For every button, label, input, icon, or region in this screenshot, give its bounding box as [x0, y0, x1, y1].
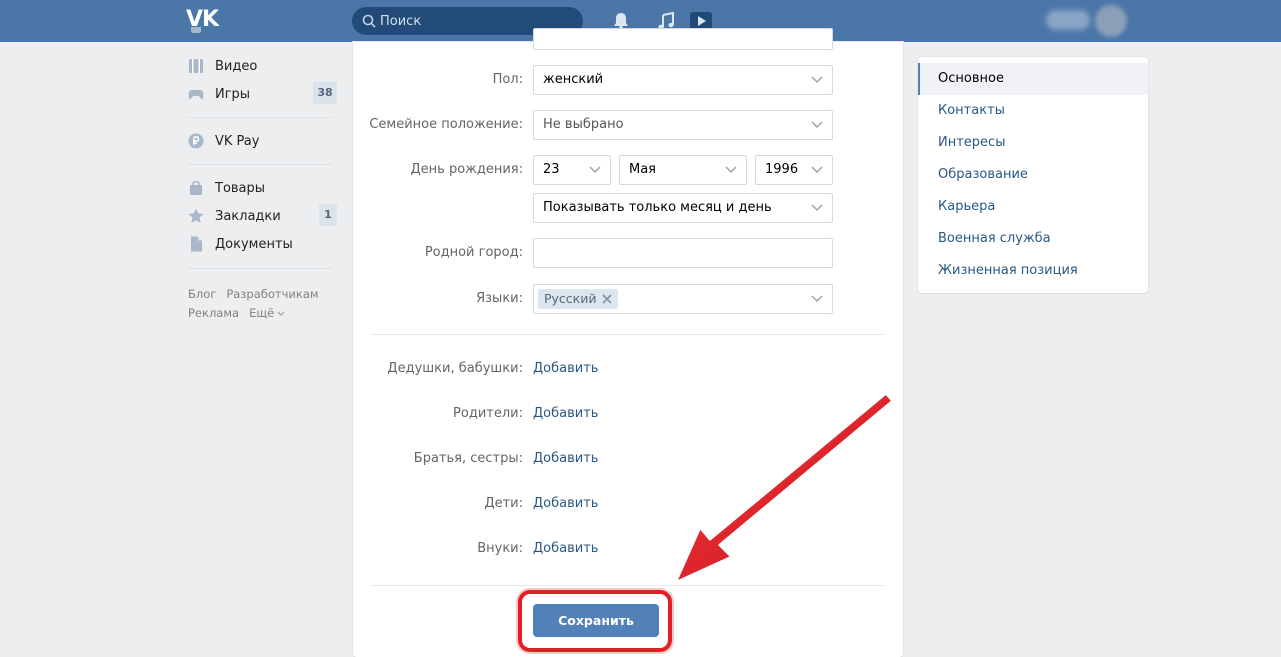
- sidebar-item-games[interactable]: Игры 38: [188, 82, 338, 105]
- languages-label: Языки:: [476, 291, 523, 306]
- menu-item-interests[interactable]: Интересы: [918, 127, 1148, 159]
- menu-item-basic[interactable]: Основное: [918, 63, 1148, 95]
- chevron-down-icon: [811, 295, 823, 303]
- birthday-label: День рождения:: [410, 162, 524, 177]
- menu-item-education[interactable]: Образование: [918, 159, 1148, 191]
- birthday-year-select[interactable]: 1996: [755, 155, 833, 185]
- add-grandparents-link[interactable]: Добавить: [533, 361, 598, 376]
- add-siblings-link[interactable]: Добавить: [533, 451, 598, 466]
- sidebar-item-vkpay[interactable]: VK Pay: [188, 130, 338, 152]
- more-label: Ещё: [249, 306, 275, 320]
- sidebar-item-partial[interactable]: [188, 27, 338, 39]
- profile-sections-menu: Основное Контакты Интересы Образование К…: [918, 57, 1148, 293]
- languages-select[interactable]: Русский: [533, 284, 833, 314]
- sidebar-item-label: Закладки: [215, 208, 281, 224]
- games-icon: [188, 90, 204, 99]
- sidebar-divider: [188, 117, 333, 118]
- language-tag-label: Русский: [544, 291, 597, 306]
- close-icon[interactable]: [602, 294, 613, 304]
- relationship-label: Семейное положение:: [369, 117, 523, 132]
- sidebar-item-label: Видео: [215, 58, 258, 74]
- footer-link-developers[interactable]: Разработчикам: [226, 287, 318, 301]
- add-parents-link[interactable]: Добавить: [533, 406, 598, 421]
- footer-link-more[interactable]: Ещё: [249, 306, 285, 320]
- bookmarks-count-badge: 1: [319, 204, 337, 226]
- sidebar-item-label: Игры: [215, 86, 251, 102]
- gender-select[interactable]: женский: [533, 65, 833, 95]
- chevron-down-icon: [811, 121, 823, 129]
- partial-icon: [191, 27, 201, 33]
- add-children-link[interactable]: Добавить: [533, 496, 598, 511]
- menu-item-life-position[interactable]: Жизненная позиция: [918, 255, 1148, 287]
- birthday-year-value: 1996: [765, 162, 799, 177]
- sidebar-footer-row-2: Реклама Ещё: [188, 306, 295, 320]
- chevron-down-icon: [811, 76, 823, 84]
- chevron-down-icon: [589, 166, 601, 174]
- section-divider: [370, 334, 885, 335]
- parents-label: Родители:: [453, 406, 523, 421]
- hometown-label: Родной город:: [424, 245, 523, 260]
- birthday-month-select[interactable]: Мая: [619, 155, 747, 185]
- sidebar-item-label: Товары: [215, 180, 266, 196]
- video-icon: [189, 59, 203, 73]
- birthday-day-value: 23: [543, 162, 560, 177]
- grandparents-label: Дедушки, бабушки:: [387, 361, 523, 376]
- sidebar-item-goods[interactable]: Товары: [188, 177, 338, 199]
- save-button[interactable]: Сохранить: [533, 604, 659, 637]
- add-grandchildren-link[interactable]: Добавить: [533, 541, 598, 556]
- user-name[interactable]: [1046, 10, 1090, 30]
- sidebar-item-label: Документы: [215, 236, 293, 252]
- children-label: Дети:: [484, 496, 523, 511]
- top-partial-field[interactable]: [533, 28, 833, 50]
- menu-item-career[interactable]: Карьера: [918, 191, 1148, 223]
- birthday-visibility-select[interactable]: Показывать только месяц и день: [533, 193, 833, 223]
- footer-link-blog[interactable]: Блог: [188, 287, 216, 301]
- chevron-down-icon: [811, 204, 823, 212]
- birthday-month-value: Мая: [629, 162, 657, 177]
- sidebar-item-bookmarks[interactable]: Закладки 1: [188, 204, 338, 227]
- avatar[interactable]: [1095, 5, 1127, 37]
- goods-icon: [190, 180, 202, 195]
- relationship-value: Не выбрано: [543, 117, 624, 132]
- menu-item-contacts[interactable]: Контакты: [918, 95, 1148, 127]
- star-icon: [188, 208, 204, 223]
- search-icon: [362, 14, 376, 28]
- grandchildren-label: Внуки:: [477, 541, 523, 556]
- gender-label: Пол:: [492, 72, 523, 87]
- siblings-label: Братья, сестры:: [413, 451, 523, 466]
- sidebar-footer-row-1: Блог Разработчикам: [188, 287, 329, 301]
- chevron-down-icon: [277, 311, 285, 316]
- footer-link-ads[interactable]: Реклама: [188, 306, 239, 320]
- birthday-day-select[interactable]: 23: [533, 155, 611, 185]
- section-divider: [370, 585, 885, 586]
- document-icon: [191, 236, 202, 252]
- chevron-down-icon: [725, 166, 737, 174]
- sidebar-item-video[interactable]: Видео: [188, 55, 338, 77]
- sidebar-item-documents[interactable]: Документы: [188, 233, 338, 255]
- relationship-select[interactable]: Не выбрано: [533, 110, 833, 140]
- chevron-down-icon: [811, 166, 823, 174]
- sidebar-item-label: VK Pay: [215, 133, 260, 149]
- language-tag: Русский: [538, 289, 619, 309]
- hometown-input[interactable]: [533, 238, 833, 268]
- menu-item-military[interactable]: Военная служба: [918, 223, 1148, 255]
- games-count-badge: 38: [313, 82, 337, 104]
- gender-value: женский: [543, 72, 604, 87]
- sidebar-divider: [188, 268, 333, 269]
- birthday-visibility-value: Показывать только месяц и день: [543, 200, 772, 215]
- sidebar-divider: [188, 164, 333, 165]
- vkpay-icon: [188, 133, 204, 149]
